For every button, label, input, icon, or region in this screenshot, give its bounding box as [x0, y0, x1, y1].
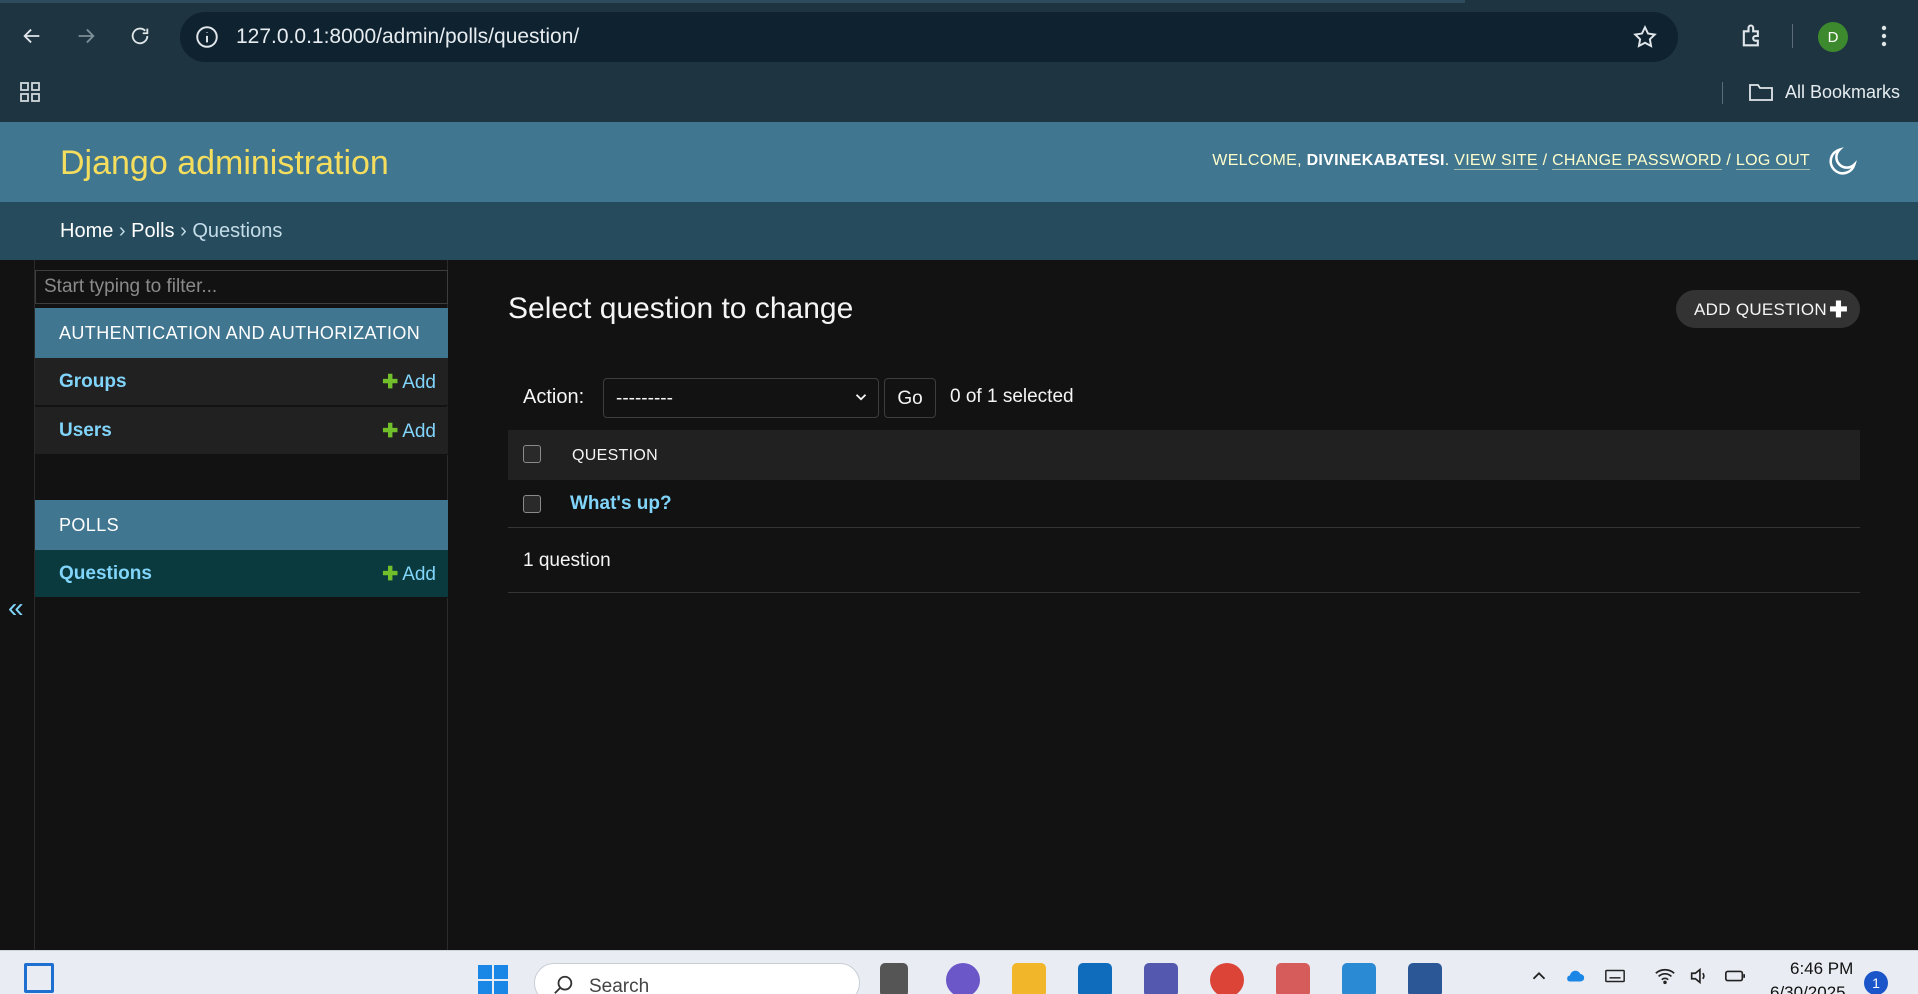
bookmarks-divider: [1722, 82, 1723, 104]
reload-icon[interactable]: [122, 18, 158, 54]
moon-icon[interactable]: [1826, 144, 1860, 178]
task-view-icon[interactable]: [880, 963, 908, 994]
plus-icon: ✚: [382, 421, 399, 442]
action-label: Action:: [523, 386, 585, 408]
word-icon[interactable]: [1408, 963, 1442, 994]
username: DIVINEKABATESI: [1306, 152, 1445, 169]
browser-toolbar: 127.0.0.1:8000/admin/polls/question/ D: [0, 0, 1918, 72]
bookmark-star-icon[interactable]: [1632, 24, 1658, 50]
wifi-icon[interactable]: [1654, 965, 1676, 987]
add-users-link[interactable]: ✚ Add: [382, 420, 436, 443]
column-header-question[interactable]: QUESTION: [572, 447, 658, 465]
widgets-icon[interactable]: [24, 963, 54, 993]
user-tools: WELCOME, DIVINEKABATESI. VIEW SITE / CHA…: [1212, 152, 1810, 170]
add-question-button[interactable]: ADD QUESTION ✚: [1676, 290, 1860, 328]
address-bar[interactable]: 127.0.0.1:8000/admin/polls/question/: [180, 12, 1678, 62]
extensions-icon[interactable]: [1738, 22, 1766, 50]
os-taskbar: Search 6:46 PM 6/30/2025 1: [0, 950, 1918, 994]
chevron-down-icon: [855, 394, 867, 401]
vscode-icon[interactable]: [1342, 963, 1376, 994]
keyboard-icon[interactable]: [1604, 965, 1626, 987]
site-header: Django administration WELCOME, DIVINEKAB…: [0, 122, 1918, 202]
sidebar-item-label[interactable]: Users: [59, 420, 112, 442]
folder-icon[interactable]: [1748, 80, 1774, 104]
chevron-up-icon[interactable]: [1528, 965, 1550, 987]
outlook-icon[interactable]: [1078, 963, 1112, 994]
question-link[interactable]: What's up?: [570, 493, 672, 515]
clock-time[interactable]: 6:46 PM: [1790, 959, 1853, 979]
apps-grid-icon[interactable]: [18, 80, 42, 104]
plus-icon: ✚: [382, 372, 399, 393]
sidebar-item-label[interactable]: Questions: [59, 563, 152, 585]
table-header: QUESTION: [508, 430, 1860, 480]
table-row: What's up?: [508, 480, 1860, 528]
module-caption-polls[interactable]: POLLS: [35, 500, 448, 550]
log-out-link[interactable]: LOG OUT: [1735, 152, 1810, 170]
taskbar-search[interactable]: Search: [534, 963, 860, 994]
cloud-icon[interactable]: [1564, 965, 1586, 987]
add-groups-link[interactable]: ✚ Add: [382, 371, 436, 394]
toolbar-divider: [1792, 24, 1793, 48]
view-site-link[interactable]: VIEW SITE: [1454, 152, 1538, 170]
nav-filter-input[interactable]: [35, 270, 448, 304]
volume-icon[interactable]: [1688, 965, 1710, 987]
actions-bar: Action: --------- Go 0 of 1 selected: [508, 374, 1860, 430]
breadcrumb-home[interactable]: Home: [60, 220, 113, 242]
forward-arrow-icon[interactable]: [68, 18, 104, 54]
welcome-text: WELCOME,: [1212, 152, 1302, 169]
module-caption-auth[interactable]: AUTHENTICATION AND AUTHORIZATION: [35, 308, 448, 358]
url-text[interactable]: 127.0.0.1:8000/admin/polls/question/: [236, 25, 579, 49]
action-select-value: ---------: [616, 388, 673, 409]
page-title: Select question to change: [508, 292, 854, 325]
plus-icon: ✚: [382, 564, 399, 585]
go-button[interactable]: Go: [884, 378, 936, 418]
site-brand-link[interactable]: Django administration: [60, 144, 389, 183]
breadcrumb-separator: ›: [118, 220, 126, 242]
row-checkbox[interactable]: [523, 495, 541, 513]
search-icon: [554, 975, 573, 994]
sidebar-item-label[interactable]: Groups: [59, 371, 127, 393]
plus-icon: ✚: [1829, 297, 1848, 322]
nav-sidebar: AUTHENTICATION AND AUTHORIZATION Groups …: [34, 260, 448, 950]
teams-icon[interactable]: [1144, 963, 1178, 994]
separator: /: [1542, 152, 1548, 169]
sidebar-item-users: Users ✚ Add: [35, 407, 448, 455]
profile-avatar[interactable]: D: [1818, 22, 1848, 52]
all-bookmarks-link[interactable]: All Bookmarks: [1785, 82, 1900, 103]
breadcrumb: Home › Polls › Questions: [0, 202, 1918, 260]
select-all-checkbox[interactable]: [523, 445, 541, 463]
windows-start-icon[interactable]: [476, 963, 510, 994]
paginator: 1 question: [508, 528, 1860, 593]
meet-icon[interactable]: [946, 963, 980, 994]
sidebar-item-groups: Groups ✚ Add: [35, 358, 448, 406]
add-questions-link[interactable]: ✚ Add: [382, 563, 436, 586]
bookmarks-bar: [0, 72, 1918, 122]
result-count: 1 question: [523, 550, 611, 571]
breadcrumb-polls[interactable]: Polls: [131, 220, 174, 242]
chrome-icon[interactable]: [1210, 963, 1244, 994]
file-explorer-icon[interactable]: [1012, 963, 1046, 994]
sidebar-item-questions: Questions ✚ Add: [35, 550, 448, 598]
breadcrumb-separator: ›: [180, 220, 187, 242]
change-password-link[interactable]: CHANGE PASSWORD: [1552, 152, 1722, 170]
browser-chrome: 127.0.0.1:8000/admin/polls/question/ D A…: [0, 0, 1918, 122]
battery-icon[interactable]: [1724, 965, 1746, 987]
separator: /: [1726, 152, 1732, 169]
selected-count: 0 of 1 selected: [950, 386, 1074, 407]
snipping-tool-icon[interactable]: [1276, 963, 1310, 994]
breadcrumb-current: Questions: [192, 220, 283, 242]
site-info-icon[interactable]: [194, 24, 220, 50]
clock-date[interactable]: 6/30/2025: [1770, 983, 1846, 994]
notification-badge[interactable]: 1: [1864, 971, 1888, 994]
browser-menu-icon[interactable]: [1874, 22, 1894, 50]
toggle-sidebar-button[interactable]: «: [8, 592, 24, 624]
back-arrow-icon[interactable]: [14, 18, 50, 54]
action-select[interactable]: ---------: [603, 378, 879, 418]
